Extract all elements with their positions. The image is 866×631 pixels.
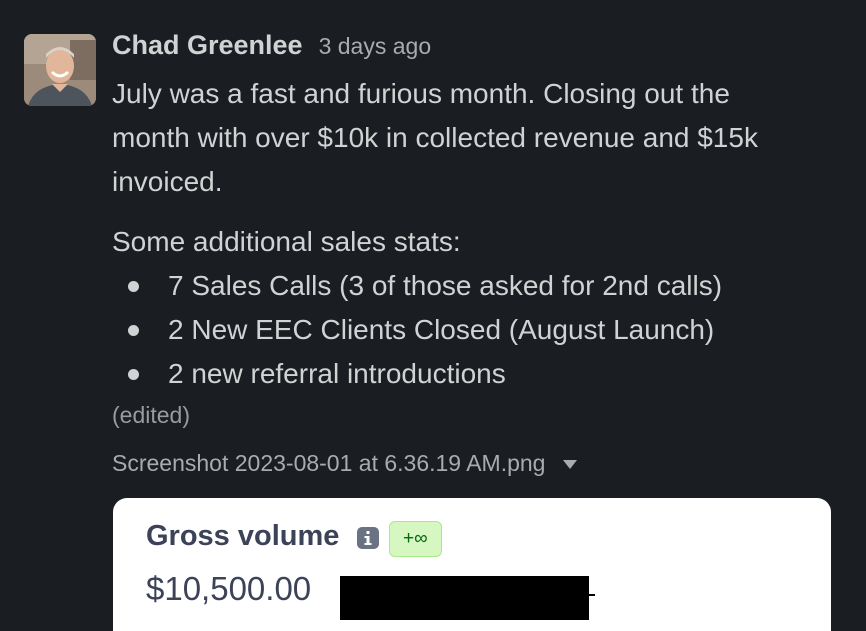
gross-volume-amount: $10,500.00: [146, 570, 312, 607]
list-item: 2 new referral introductions: [112, 352, 832, 396]
message-paragraph: July was a fast and furious month. Closi…: [112, 78, 758, 197]
attachment-toggle[interactable]: Screenshot 2023-08-01 at 6.36.19 AM.png: [112, 450, 578, 477]
caret-down-icon[interactable]: [563, 460, 578, 469]
redaction-bar: [340, 576, 589, 620]
list-item-text: 2 new referral introductions: [168, 358, 506, 389]
stats-list: 7 Sales Calls (3 of those asked for 2nd …: [112, 264, 832, 396]
preview-title: Gross volume: [146, 520, 340, 552]
bullet: [128, 369, 139, 380]
avatar-photo: [24, 34, 96, 106]
list-item-text: 2 New EEC Clients Closed (August Launch): [168, 314, 715, 345]
message-header: Chad Greenlee 3 days ago: [112, 30, 431, 70]
bullet: [128, 281, 139, 292]
message-timestamp[interactable]: 3 days ago: [319, 33, 432, 60]
bullet: [128, 325, 139, 336]
sender-name[interactable]: Chad Greenlee: [112, 30, 303, 61]
info-icon: [357, 527, 379, 549]
message-body: July was a fast and furious month. Closi…: [112, 72, 832, 396]
edited-label: (edited): [112, 402, 190, 428]
list-item: 2 New EEC Clients Closed (August Launch): [112, 308, 832, 352]
attachment-filename: Screenshot 2023-08-01 at 6.36.19 AM.png: [112, 450, 546, 476]
avatar[interactable]: [24, 34, 96, 106]
list-item-text: 7 Sales Calls (3 of those asked for 2nd …: [168, 270, 723, 301]
stats-intro: Some additional sales stats:: [112, 226, 461, 257]
list-item: 7 Sales Calls (3 of those asked for 2nd …: [112, 264, 832, 308]
redaction-mark: [589, 594, 595, 596]
message-item: Chad Greenlee 3 days ago July was a fast…: [0, 0, 866, 631]
image-preview[interactable]: Gross volume +∞ $10,500.00: [113, 498, 831, 631]
change-badge: +∞: [389, 521, 442, 557]
